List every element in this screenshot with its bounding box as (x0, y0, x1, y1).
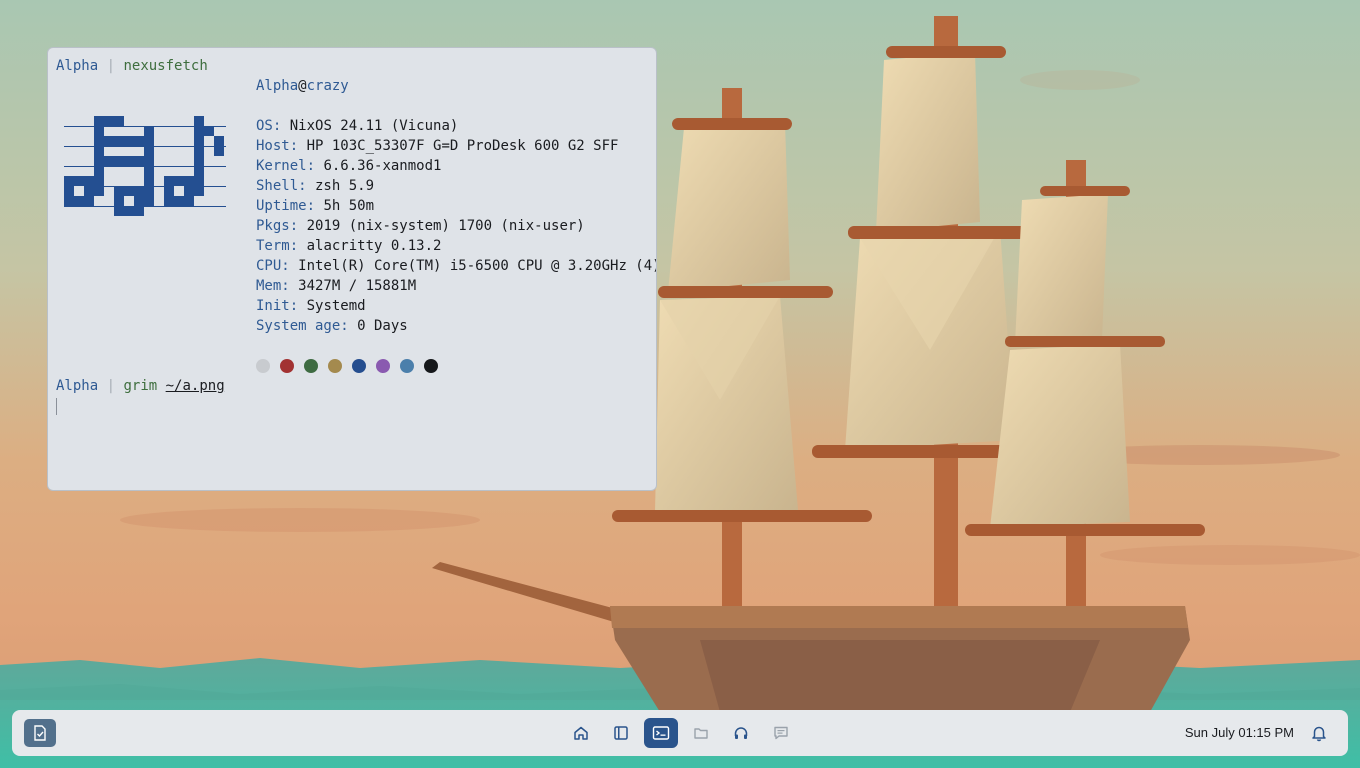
info-key: Shell: (256, 178, 307, 194)
prompt-separator: | (106, 378, 116, 394)
info-at: @ (298, 78, 307, 94)
color-swatch (256, 359, 270, 373)
color-swatch (424, 359, 438, 373)
sidebar-panel-icon (614, 726, 628, 740)
info-row-uptime: Uptime: 5h 50m (256, 196, 656, 216)
color-swatch (304, 359, 318, 373)
info-row-system-age: System age: 0 Days (256, 316, 656, 336)
dock-sidebar-button[interactable] (604, 718, 638, 748)
info-key: Host: (256, 138, 299, 154)
color-swatch (280, 359, 294, 373)
color-swatch (328, 359, 342, 373)
info-value: NixOS 24.11 (Vicuna) (281, 118, 459, 134)
task-check-icon (34, 725, 46, 741)
taskbar: Sun July 01:15 PM (12, 710, 1348, 756)
dock-files-button[interactable] (684, 718, 718, 748)
info-row-kernel: Kernel: 6.6.36-xanmod1 (256, 156, 656, 176)
info-row-pkgs: Pkgs: 2019 (nix-system) 1700 (nix-user) (256, 216, 656, 236)
terminal-icon (652, 726, 670, 740)
info-key: Term: (256, 238, 299, 254)
info-key: Uptime: (256, 198, 316, 214)
user-host-header: Alpha@crazy (256, 76, 656, 96)
info-value: zsh 5.9 (306, 178, 375, 194)
text-cursor (56, 398, 57, 415)
prompt-user: Alpha (56, 378, 99, 394)
app-dock (564, 718, 804, 748)
chat-icon (774, 726, 788, 740)
info-value: 3427M / 15881M (289, 278, 417, 294)
info-key: CPU: (256, 258, 290, 274)
info-value: 2019 (nix-system) 1700 (nix-user) (298, 218, 585, 234)
color-swatch (376, 359, 390, 373)
task-check-button[interactable] (24, 719, 56, 747)
info-value: alacritty 0.13.2 (298, 238, 442, 254)
info-row-cpu: CPU: Intel(R) Core(TM) i5-6500 CPU @ 3.2… (256, 256, 657, 276)
dock-home-button[interactable] (564, 718, 598, 748)
color-palette (256, 359, 448, 373)
info-row-os: OS: NixOS 24.11 (Vicuna) (256, 116, 656, 136)
info-key: Kernel: (256, 158, 316, 174)
info-value: HP 103C_53307F G=D ProDesk 600 G2 SFF (298, 138, 619, 154)
prompt-line: Alpha | grim ~/a.png (56, 376, 225, 396)
dock-terminal-button[interactable] (644, 718, 678, 748)
color-swatch (400, 359, 414, 373)
terminal-window[interactable]: Alpha | nexusfetch Alpha@crazy OS: NixOS… (47, 47, 657, 491)
info-key: OS: (256, 118, 282, 134)
system-info: Alpha@crazy OS: NixOS 24.11 (Vicuna) Hos… (256, 76, 657, 336)
home-icon (574, 726, 588, 740)
info-value: Systemd (298, 298, 366, 314)
info-row-host: Host: HP 103C_53307F G=D ProDesk 600 G2 … (256, 136, 656, 156)
color-swatch (352, 359, 366, 373)
info-value: 5h 50m (315, 198, 375, 214)
info-key: Pkgs: (256, 218, 299, 234)
info-row-init: Init: Systemd (256, 296, 656, 316)
info-key: System age: (256, 318, 349, 334)
info-key: Init: (256, 298, 299, 314)
prompt-command: grim (123, 378, 158, 394)
info-key: Mem: (256, 278, 290, 294)
music-note-logo-icon (64, 116, 226, 216)
info-value: 0 Days (348, 318, 408, 334)
info-row-term: Term: alacritty 0.13.2 (256, 236, 656, 256)
clock[interactable]: Sun July 01:15 PM (1185, 710, 1294, 756)
info-host: crazy (306, 78, 349, 94)
info-user: Alpha (256, 78, 299, 94)
prompt-command: nexusfetch (123, 58, 208, 74)
dock-music-button[interactable] (724, 718, 758, 748)
info-value: Intel(R) Core(TM) i5-6500 CPU @ 3.20GHz … (289, 258, 657, 274)
headphones-icon (734, 727, 748, 739)
bell-icon[interactable] (1310, 724, 1328, 742)
prompt-argument-path[interactable]: ~/a.png (166, 378, 225, 394)
info-row-mem: Mem: 3427M / 15881M (256, 276, 656, 296)
prompt-line: Alpha | nexusfetch (56, 56, 208, 76)
prompt-separator: | (106, 58, 116, 74)
info-value: 6.6.36-xanmod1 (315, 158, 442, 174)
folder-icon (694, 728, 708, 739)
dock-messages-button[interactable] (764, 718, 798, 748)
info-row-shell: Shell: zsh 5.9 (256, 176, 656, 196)
prompt-user: Alpha (56, 58, 99, 74)
